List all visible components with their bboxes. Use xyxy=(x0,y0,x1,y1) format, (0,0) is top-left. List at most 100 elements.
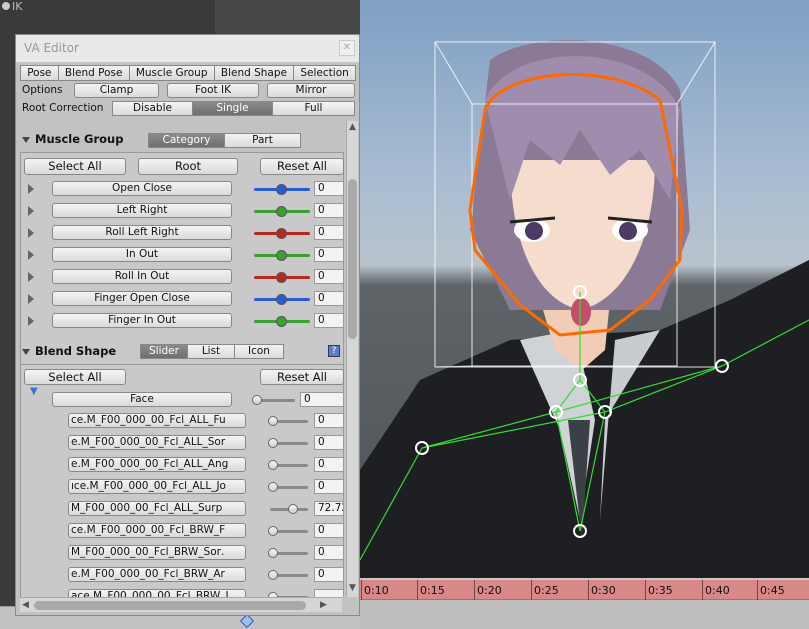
blend-shape-value[interactable]: 0 xyxy=(314,523,344,538)
toggle-part[interactable]: Part xyxy=(224,133,301,148)
blend-shape-row-button[interactable]: M_F00_000_00_Fcl_ALL_Surp xyxy=(68,501,246,516)
muscle-row-button[interactable]: In Out xyxy=(52,247,232,262)
face-group-foldout-icon[interactable]: ▼ xyxy=(30,386,38,397)
blend-shape-slider-knob[interactable] xyxy=(268,548,278,558)
muscle-row-value[interactable]: 0 xyxy=(314,313,344,328)
muscle-row-value[interactable]: 0 xyxy=(314,291,344,306)
blend-shape-row-button[interactable]: ace.M_F00_000_00_Fcl_BRW_J xyxy=(68,589,246,597)
tab-blend-pose[interactable]: Blend Pose xyxy=(57,65,130,81)
root-correction-single[interactable]: Single xyxy=(192,101,273,116)
expand-arrow-icon[interactable] xyxy=(28,316,34,326)
horizontal-scroll-thumb[interactable] xyxy=(34,601,306,610)
timeline-panel[interactable]: 0:10 0:15 0:20 0:25 0:30 0:35 0:40 0:45 xyxy=(360,578,809,629)
muscle-row-slider-knob[interactable] xyxy=(276,250,287,261)
toggle-slider[interactable]: Slider xyxy=(140,344,188,359)
blend-shape-value[interactable]: 0 xyxy=(314,457,344,472)
blend-shape-row-button[interactable]: ce.M_F00_000_00_Fcl_ALL_Fu xyxy=(68,413,246,428)
expand-arrow-icon[interactable] xyxy=(28,294,34,304)
blend-shape-row-button[interactable]: ce.M_F00_000_00_Fcl_BRW_F xyxy=(68,523,246,538)
scroll-down-icon[interactable]: ▼ xyxy=(349,583,356,593)
scroll-right-icon[interactable]: ▶ xyxy=(320,600,327,610)
blend-reset-all-button[interactable]: Reset All xyxy=(260,369,344,385)
muscle-row-value[interactable]: 0 xyxy=(314,203,344,218)
muscle-group-header[interactable]: Muscle Group xyxy=(22,132,123,152)
blend-shape-slider-knob[interactable] xyxy=(268,570,278,580)
muscle-row-slider-knob[interactable] xyxy=(276,272,287,283)
tab-blend-shape[interactable]: Blend Shape xyxy=(213,65,295,81)
blend-shape-value[interactable]: 0 xyxy=(314,567,344,582)
muscle-row-slider-knob[interactable] xyxy=(276,316,287,327)
clamp-button[interactable]: Clamp xyxy=(74,83,159,98)
tab-muscle-group[interactable]: Muscle Group xyxy=(128,65,215,81)
muscle-row-button[interactable]: Left Right xyxy=(52,203,232,218)
tab-selection[interactable]: Selection xyxy=(293,65,356,81)
muscle-row-value[interactable]: 0 xyxy=(314,269,344,284)
blend-shape-value[interactable]: 0 xyxy=(314,413,344,428)
muscle-row-button[interactable]: Roll In Out xyxy=(52,269,232,284)
blend-shape-slider-knob[interactable] xyxy=(268,526,278,536)
scroll-up-icon[interactable]: ▲ xyxy=(349,122,356,132)
root-correction-full[interactable]: Full xyxy=(272,101,355,116)
scene-view[interactable] xyxy=(360,0,809,578)
mirror-button[interactable]: Mirror xyxy=(267,83,355,98)
blend-shape-value[interactable]: 0 xyxy=(314,545,344,560)
tab-pose[interactable]: Pose xyxy=(20,65,59,81)
expand-arrow-icon[interactable] xyxy=(28,206,34,216)
muscle-row-slider-knob[interactable] xyxy=(276,206,287,217)
expand-arrow-icon[interactable] xyxy=(28,272,34,282)
blend-shape-slider-knob[interactable] xyxy=(268,482,278,492)
vertical-scrollbar[interactable]: ▲ ▼ xyxy=(346,121,358,597)
expand-arrow-icon[interactable] xyxy=(28,228,34,238)
blend-shape-row-button[interactable]: e.M_F00_000_00_Fcl_ALL_Ang xyxy=(68,457,246,472)
toggle-list[interactable]: List xyxy=(187,344,235,359)
blend-shape-row-button[interactable]: e.M_F00_000_00_Fcl_BRW_Ar xyxy=(68,567,246,582)
muscle-row-button[interactable]: Finger Open Close xyxy=(52,291,232,306)
blend-shape-value[interactable] xyxy=(314,589,344,597)
horizontal-scrollbar[interactable]: ◀ ▶ xyxy=(20,597,342,612)
foot-ik-button[interactable]: Foot IK xyxy=(167,83,259,98)
muscle-row-value[interactable]: 0 xyxy=(314,225,344,240)
va-editor-window[interactable]: VA Editor ✕ Pose Blend Pose Muscle Group… xyxy=(15,34,360,616)
blend-shape-row-button[interactable]: e.M_F00_000_00_Fcl_ALL_Sor xyxy=(68,435,246,450)
vertical-scroll-thumb[interactable] xyxy=(348,179,357,339)
ik-toggle-icon[interactable] xyxy=(2,2,10,10)
scroll-left-icon[interactable]: ◀ xyxy=(22,600,29,610)
blend-shape-value[interactable]: 0 xyxy=(314,479,344,494)
blend-shape-row-button[interactable]: ıce.M_F00_000_00_Fcl_ALL_Jo xyxy=(68,479,246,494)
help-icon[interactable]: ? xyxy=(328,345,340,357)
blend-shape-slider-knob[interactable] xyxy=(288,504,298,514)
root-correction-disable[interactable]: Disable xyxy=(112,101,193,116)
blend-shape-row-button[interactable]: .M_F00_000_00_Fcl_BRW_Sor xyxy=(68,545,246,560)
blend-shape-slider-knob[interactable] xyxy=(268,416,278,426)
toggle-category[interactable]: Category xyxy=(148,133,225,148)
face-group-value[interactable]: 0 xyxy=(300,392,344,407)
select-all-button[interactable]: Select All xyxy=(24,158,126,175)
blend-shape-value[interactable]: 72.72 xyxy=(314,501,344,516)
window-titlebar[interactable]: VA Editor ✕ xyxy=(16,35,359,63)
muscle-row-button[interactable]: Finger In Out xyxy=(52,313,232,328)
foldout-arrow-icon[interactable] xyxy=(22,136,30,143)
close-icon[interactable]: ✕ xyxy=(339,40,355,56)
muscle-row-button[interactable]: Roll Left Right xyxy=(52,225,232,240)
muscle-row-button[interactable]: Open Close xyxy=(52,181,232,196)
root-button[interactable]: Root xyxy=(138,158,238,175)
muscle-row-slider-knob[interactable] xyxy=(276,294,287,305)
muscle-row-value[interactable]: 0 xyxy=(314,181,344,196)
blend-shape-header[interactable]: Blend Shape xyxy=(22,344,116,364)
foldout-arrow-icon[interactable] xyxy=(22,348,30,355)
expand-arrow-icon[interactable] xyxy=(28,250,34,260)
blend-shape-slider-knob[interactable] xyxy=(268,438,278,448)
timeline-ruler[interactable]: 0:10 0:15 0:20 0:25 0:30 0:35 0:40 0:45 xyxy=(360,580,809,600)
muscle-row-slider-knob[interactable] xyxy=(276,228,287,239)
muscle-row-slider-knob[interactable] xyxy=(276,184,287,195)
expand-arrow-icon[interactable] xyxy=(28,184,34,194)
timeline-track-area[interactable] xyxy=(360,600,809,629)
blend-select-all-button[interactable]: Select All xyxy=(24,369,126,385)
face-group-button[interactable]: Face xyxy=(52,392,232,407)
blend-shape-value[interactable]: 0 xyxy=(314,435,344,450)
face-group-slider-knob[interactable] xyxy=(252,395,262,405)
toggle-icon[interactable]: Icon xyxy=(234,344,284,359)
blend-shape-slider-knob[interactable] xyxy=(268,460,278,470)
reset-all-button[interactable]: Reset All xyxy=(260,158,344,175)
muscle-row-value[interactable]: 0 xyxy=(314,247,344,262)
